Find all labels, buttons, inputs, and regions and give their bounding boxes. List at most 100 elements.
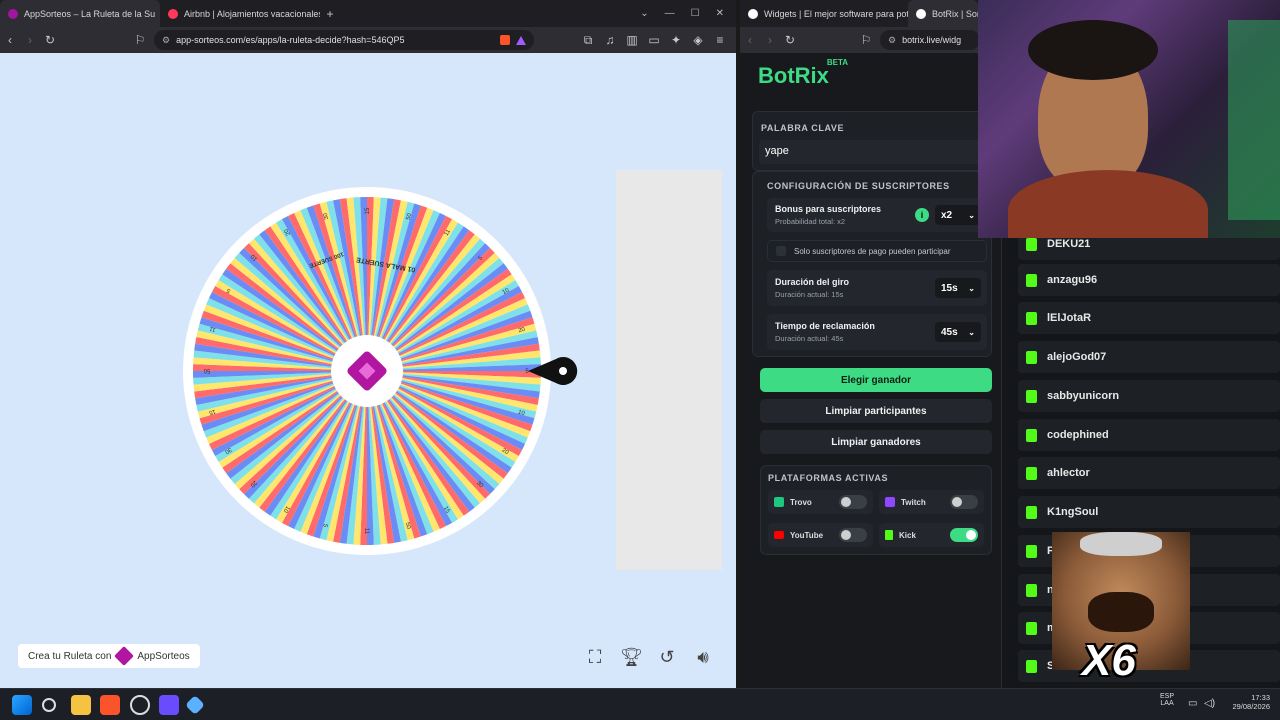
url-text: app-sorteos.com/es/apps/la-ruleta-decide… <box>176 35 405 45</box>
vpn-icon[interactable]: ◈ <box>688 33 708 48</box>
trophy-icon[interactable]: 🏆︎ <box>620 646 643 668</box>
kick-icon <box>1026 389 1037 403</box>
taskbar: ESP LAA ▭ ◁) 17:33 29/08/2026 <box>0 688 1280 720</box>
tab-bar: AppSorteos – La Ruleta de la Su ✕ Airbnb… <box>0 0 736 27</box>
clear-participants-button[interactable]: Limpiar participantes <box>760 399 992 423</box>
choose-winner-button[interactable]: Elegir ganador <box>760 368 992 392</box>
brave-browser-icon[interactable] <box>100 695 120 715</box>
maximize-icon[interactable]: ☐ <box>691 8 700 19</box>
volume-icon[interactable]: 🔊︎ <box>692 646 714 668</box>
only-paid-row[interactable]: Solo suscriptores de pago pueden partici… <box>767 240 987 262</box>
chevron-down-icon: ⌄ <box>968 283 975 293</box>
list-item: lElJotaR <box>1018 302 1280 334</box>
kick-icon <box>885 530 893 540</box>
list-item: alejoGod07 <box>1018 341 1280 373</box>
obs-icon[interactable] <box>130 695 150 715</box>
tab-airbnb[interactable]: Airbnb | Alojamientos vacacionales y ✕ <box>160 0 320 27</box>
tab-title: BotRix | Sort <box>932 8 978 19</box>
claim-sub: Duración actual: 45s <box>775 334 844 343</box>
keyword-title: PALABRA CLAVE <box>761 123 845 133</box>
language-indicator[interactable]: ESP LAA <box>1160 693 1174 707</box>
spin-select[interactable]: 15s ⌄ <box>935 278 981 298</box>
fullscreen-icon[interactable]: ⛶ <box>584 646 606 668</box>
clock[interactable]: 17:33 29/08/2026 <box>1226 693 1270 711</box>
platform-twitch: Twitch <box>879 490 984 514</box>
subs-config-title: CONFIGURACIÓN DE SUSCRIPTORES <box>767 181 950 191</box>
close-window-icon[interactable]: ✕ <box>716 8 724 19</box>
only-paid-label: Solo suscriptores de pago pueden partici… <box>794 247 951 256</box>
forward-icon[interactable]: › <box>760 33 780 47</box>
music-icon[interactable]: ♫ <box>600 33 620 48</box>
forward-icon[interactable]: › <box>20 33 40 47</box>
kick-icon <box>1026 544 1037 558</box>
bookmark-icon[interactable]: ⚐ <box>130 33 150 47</box>
multiplier-overlay: X6 <box>1082 636 1136 685</box>
only-paid-checkbox[interactable] <box>776 246 786 256</box>
kick-toggle[interactable] <box>950 528 978 542</box>
back-icon[interactable]: ‹ <box>740 33 760 47</box>
menu-icon[interactable]: ≡ <box>710 33 730 48</box>
side-panel <box>616 170 722 570</box>
brave-shield-icon[interactable] <box>500 35 510 45</box>
meme-mouth <box>1088 592 1154 632</box>
volume-icon[interactable]: ◁) <box>1204 698 1215 709</box>
youtube-toggle[interactable] <box>839 528 867 542</box>
streamer-hair <box>1028 20 1158 80</box>
twitch-icon <box>885 497 895 507</box>
leo-icon[interactable]: ✦ <box>666 33 686 48</box>
reload-icon[interactable]: ↻ <box>780 33 800 47</box>
tab-botrix[interactable]: BotRix | Sort <box>908 0 978 27</box>
tab-title: AppSorteos – La Ruleta de la Su <box>24 8 156 19</box>
chevron-down-icon: ⌄ <box>968 327 975 337</box>
kick-icon <box>1026 350 1037 364</box>
chevron-down-icon[interactable]: ⌄ <box>640 8 648 19</box>
info-icon[interactable]: i <box>915 208 929 222</box>
keyword-input[interactable]: yape <box>759 140 983 164</box>
bonus-row: Bonus para suscriptores Probabilidad tot… <box>767 198 987 232</box>
platform-youtube: YouTube <box>768 523 873 547</box>
app-icon[interactable] <box>185 695 205 715</box>
botrix-logo: BotRixBETA <box>758 57 849 88</box>
botrix-sidebar: BotRixBETA PALABRA CLAVE yape CONFIGURAC… <box>740 53 1002 688</box>
extensions-icon[interactable]: ⧉ <box>578 33 598 48</box>
webcam-overlay <box>978 0 1280 238</box>
address-bar[interactable]: ⚙ app-sorteos.com/es/apps/la-ruleta-deci… <box>154 30 534 50</box>
file-explorer-icon[interactable] <box>71 695 91 715</box>
rewards-icon[interactable] <box>516 35 526 45</box>
platform-trovo: Trovo <box>768 490 873 514</box>
botrix-favicon <box>916 8 926 19</box>
spin-sub: Duración actual: 15s <box>775 290 844 299</box>
streamdeck-icon[interactable] <box>159 695 179 715</box>
spin-label: Duración del giro <box>775 277 850 287</box>
reload-icon[interactable]: ↻ <box>40 33 60 47</box>
back-icon[interactable]: ‹ <box>0 33 20 47</box>
wheel-label: 15 <box>365 207 371 214</box>
tab-widgets[interactable]: Widgets | El mejor software para pot <box>740 0 908 27</box>
bonus-label: Bonus para suscriptores <box>775 204 882 214</box>
undo-icon[interactable]: ↺ <box>656 646 678 668</box>
wallet-icon[interactable]: ▭ <box>644 33 664 48</box>
site-info-icon[interactable]: ⚙ <box>888 35 896 46</box>
clear-winners-button[interactable]: Limpiar ganadores <box>760 430 992 454</box>
tab-appsorteos[interactable]: AppSorteos – La Ruleta de la Su ✕ <box>0 0 160 27</box>
claim-select[interactable]: 45s ⌄ <box>935 322 981 342</box>
address-bar[interactable]: ⚙ botrix.live/widg <box>880 30 980 50</box>
kick-icon <box>1026 311 1037 325</box>
sidebar-icon[interactable]: ▥ <box>622 33 642 48</box>
search-icon[interactable] <box>42 698 56 712</box>
create-roulette-link[interactable]: Crea tu Ruleta con AppSorteos <box>18 644 200 668</box>
kick-icon <box>1026 621 1037 635</box>
twitch-toggle[interactable] <box>950 495 978 509</box>
bookmark-icon[interactable]: ⚐ <box>856 33 876 47</box>
minimize-icon[interactable]: — <box>665 8 675 19</box>
subscriber-config-panel: CONFIGURACIÓN DE SUSCRIPTORES Bonus para… <box>752 171 992 357</box>
platforms-panel: PLATAFORMAS ACTIVAS Trovo Twitch YouTube… <box>760 465 992 555</box>
network-icon[interactable]: ▭ <box>1188 698 1197 709</box>
trovo-toggle[interactable] <box>839 495 867 509</box>
site-info-icon[interactable]: ⚙ <box>162 35 170 46</box>
new-tab-button[interactable]: + <box>320 7 340 21</box>
wheel-label: 11 <box>363 528 369 535</box>
platforms-title: PLATAFORMAS ACTIVAS <box>768 473 889 483</box>
windows-start-icon[interactable] <box>12 695 32 715</box>
bonus-select[interactable]: x2 ⌄ <box>935 205 981 225</box>
